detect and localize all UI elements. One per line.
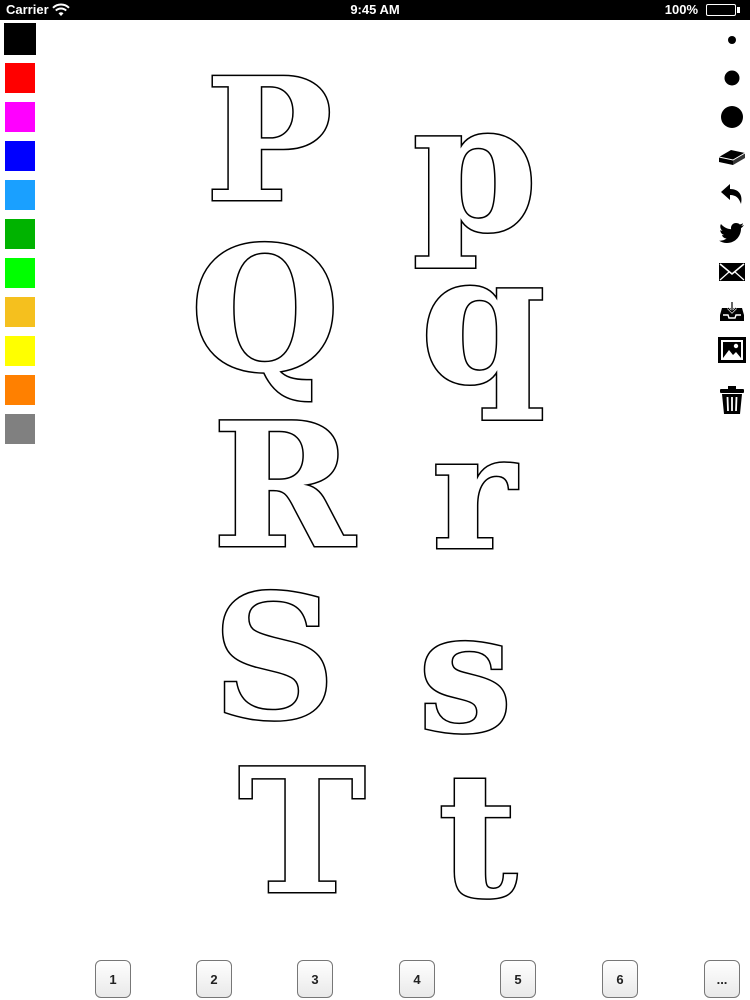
page-button-6[interactable]: 6	[602, 960, 638, 998]
battery-icon	[706, 4, 740, 16]
letter-upper-r: R	[211, 384, 357, 587]
clock: 9:45 AM	[350, 2, 400, 17]
letter-upper-p: P	[204, 41, 335, 241]
undo-icon[interactable]	[714, 177, 750, 213]
image-icon[interactable]	[714, 332, 750, 368]
brush-medium-icon[interactable]	[714, 60, 750, 96]
brush-large-icon[interactable]	[714, 99, 750, 135]
eraser-icon[interactable]	[714, 138, 750, 174]
page-button-more[interactable]: ...	[704, 960, 740, 998]
page-bar: 1 2 3 4 5 6 ...	[0, 960, 750, 1000]
letter-lower-r: r	[430, 398, 517, 586]
page-button-1[interactable]: 1	[95, 960, 131, 998]
drawing-canvas[interactable]: P p Q q R r S s T t	[40, 20, 710, 950]
letter-upper-s: S	[210, 556, 337, 759]
page-button-3[interactable]: 3	[297, 960, 333, 998]
save-tray-icon[interactable]	[714, 293, 750, 329]
status-bar: Carrier 9:45 AM 100%	[0, 0, 750, 20]
letter-upper-t: T	[237, 730, 368, 933]
color-swatch-orange[interactable]	[5, 375, 35, 405]
color-swatch-gray[interactable]	[5, 414, 35, 444]
page-button-5[interactable]: 5	[500, 960, 536, 998]
twitter-icon[interactable]	[714, 215, 750, 251]
brush-small-icon[interactable]	[714, 22, 750, 58]
color-swatch-yellow[interactable]	[5, 336, 35, 366]
battery-percent: 100%	[664, 2, 698, 17]
trash-icon[interactable]	[714, 382, 750, 418]
color-swatch-sky-blue[interactable]	[5, 180, 35, 210]
mail-icon[interactable]	[714, 254, 750, 290]
letter-lower-s: s	[417, 573, 515, 771]
page-button-4[interactable]: 4	[399, 960, 435, 998]
letter-upper-q: Q	[189, 208, 342, 411]
color-swatch-red[interactable]	[5, 63, 35, 93]
color-swatch-black[interactable]	[4, 23, 36, 55]
color-swatch-green[interactable]	[5, 219, 35, 249]
color-swatch-blue[interactable]	[5, 141, 35, 171]
letter-lower-q: q	[419, 214, 548, 425]
color-swatch-lime[interactable]	[5, 258, 35, 288]
color-swatch-gold[interactable]	[5, 297, 35, 327]
color-swatch-magenta[interactable]	[5, 102, 35, 132]
color-palette	[4, 23, 36, 453]
letter-lower-t: t	[436, 734, 518, 937]
page-button-2[interactable]: 2	[196, 960, 232, 998]
